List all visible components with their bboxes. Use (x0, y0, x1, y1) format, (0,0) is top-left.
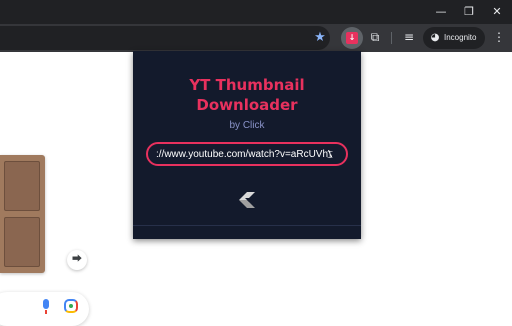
google-lens-icon[interactable] (64, 299, 78, 313)
popup-title: YT Thumbnail Downloader (133, 75, 361, 115)
share-icon[interactable]: ⮕ (67, 250, 87, 270)
browser-toolbar: ★ ↓ ⧉ ≡ ◕ Incognito ⋮ (0, 24, 512, 52)
text-cursor-icon: ⌶ (327, 150, 333, 161)
youtube-url-input[interactable] (146, 142, 348, 166)
click-logo-icon[interactable] (236, 189, 258, 211)
toolbar-divider (391, 32, 392, 44)
popup-footer-divider (133, 225, 361, 226)
mic-head (43, 299, 49, 309)
yt-thumbnail-downloader-extension-button[interactable]: ↓ (341, 27, 363, 49)
puzzle-icon[interactable]: ⧉ (366, 28, 384, 46)
artwork-panel-bottom (4, 217, 40, 267)
extension-popup: YT Thumbnail Downloader by Click ⌶ (133, 51, 361, 239)
microphone-icon[interactable] (40, 299, 52, 315)
star-icon[interactable]: ★ (311, 29, 329, 47)
artwork-panel-top (4, 161, 40, 211)
incognito-label: Incognito (444, 33, 477, 42)
close-icon[interactable]: ✕ (482, 0, 512, 24)
lens-dot (69, 304, 73, 308)
download-icon: ↓ (346, 32, 358, 44)
popup-title-line1: YT Thumbnail (189, 76, 305, 94)
incognito-badge[interactable]: ◕ Incognito (423, 27, 485, 49)
popup-byline: by Click (229, 120, 265, 131)
kebab-menu-icon[interactable]: ⋮ (492, 28, 506, 46)
mic-base (45, 310, 47, 314)
incognito-icon: ◕ (430, 32, 440, 43)
media-control-icon[interactable]: ≡ (400, 28, 418, 46)
artwork-image[interactable] (0, 155, 45, 273)
restore-icon[interactable]: ❐ (454, 0, 484, 24)
window-title-bar: — ❐ ✕ (0, 0, 512, 24)
address-bar[interactable]: ★ (0, 26, 330, 50)
minimize-icon[interactable]: — (426, 0, 456, 24)
popup-title-line2: Downloader (196, 96, 298, 114)
